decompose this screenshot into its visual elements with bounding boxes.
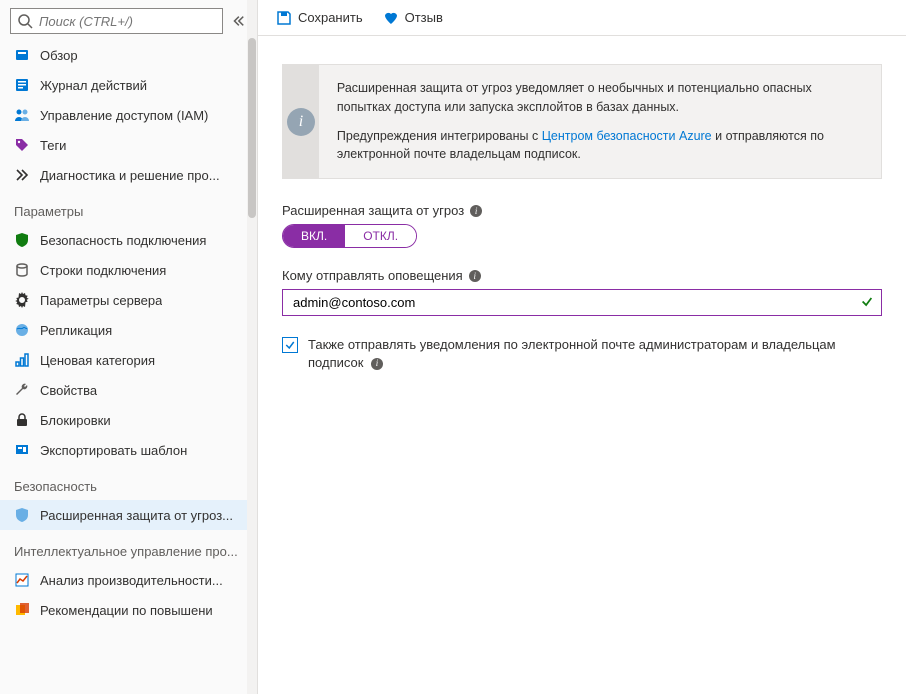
sidebar-item-label: Диагностика и решение про... [40,168,220,183]
pricing-icon [14,352,30,368]
sidebar-item-properties[interactable]: Свойства [0,375,257,405]
sidebar-item-replication[interactable]: Репликация [0,315,257,345]
iam-icon [14,107,30,123]
notify-admins-checkbox[interactable] [282,337,298,353]
toggle-off[interactable]: ОТКЛ. [345,225,416,247]
info-icon: i [287,108,315,136]
sidebar-scrollbar[interactable] [247,0,257,694]
info-text: Расширенная защита от угроз уведомляет о… [319,65,881,178]
sidebar-item-atp[interactable]: Расширенная защита от угроз... [0,500,257,530]
sidebar-item-label: Рекомендации по повышени [40,603,213,618]
alerts-to-label: Кому отправлять оповещения i [282,268,882,283]
sidebar-item-tags[interactable]: Теги [0,130,257,160]
help-icon[interactable]: i [469,270,481,282]
alerts-to-input[interactable] [282,289,882,316]
sidebar-item-label: Теги [40,138,66,153]
sidebar-item-label: Блокировки [40,413,111,428]
sidebar-item-export-template[interactable]: Экспортировать шаблон [0,435,257,465]
sidebar-item-label: Параметры сервера [40,293,162,308]
sidebar-item-server-params[interactable]: Параметры сервера [0,285,257,315]
save-icon [276,10,292,26]
content: i Расширенная защита от угроз уведомляет… [258,36,906,392]
sidebar-item-diagnose[interactable]: Диагностика и решение про... [0,160,257,190]
sidebar-item-recommendations[interactable]: Рекомендации по повышени [0,595,257,625]
lock-icon [14,412,30,428]
sidebar-item-label: Журнал действий [40,78,147,93]
info-box: i Расширенная защита от угроз уведомляет… [282,64,882,179]
sidebar-item-label: Строки подключения [40,263,166,278]
sidebar-item-label: Экспортировать шаблон [40,443,187,458]
sidebar: Обзор Журнал действий Управление доступо… [0,0,258,694]
sidebar-item-label: Анализ производительности... [40,573,223,588]
shield-icon [14,507,30,523]
scrollbar-thumb[interactable] [248,38,256,218]
atp-label: Расширенная защита от угроз i [282,203,882,218]
feedback-button[interactable]: Отзыв [383,10,443,26]
sidebar-item-locks[interactable]: Блокировки [0,405,257,435]
save-button[interactable]: Сохранить [276,10,363,26]
search-icon [17,13,33,29]
sidebar-item-activity-log[interactable]: Журнал действий [0,70,257,100]
sidebar-item-perf-insight[interactable]: Анализ производительности... [0,565,257,595]
diagnose-icon [14,167,30,183]
sidebar-item-iam[interactable]: Управление доступом (IAM) [0,100,257,130]
search-row [0,0,257,40]
notify-admins-row: Также отправлять уведомления по электрон… [282,336,882,372]
help-icon[interactable]: i [371,358,383,370]
activity-log-icon [14,77,30,93]
atp-toggle-block: Расширенная защита от угроз i ВКЛ. ОТКЛ. [282,203,882,248]
search-input[interactable] [39,14,216,29]
sidebar-item-label: Ценовая категория [40,353,155,368]
search-box[interactable] [10,8,223,34]
toolbar: Сохранить Отзыв [258,0,906,36]
section-title-params: Параметры [0,190,257,225]
atp-toggle[interactable]: ВКЛ. ОТКЛ. [282,224,417,248]
check-icon [860,294,874,311]
sidebar-nav: Обзор Журнал действий Управление доступо… [0,40,257,694]
save-label: Сохранить [298,10,363,25]
help-icon[interactable]: i [470,205,482,217]
connection-strings-icon [14,262,30,278]
section-title-ai: Интеллектуальное управление про... [0,530,257,565]
sidebar-item-label: Безопасность подключения [40,233,206,248]
overview-icon [14,47,30,63]
notify-admins-label: Также отправлять уведомления по электрон… [308,336,882,372]
sidebar-item-conn-strings[interactable]: Строки подключения [0,255,257,285]
export-template-icon [14,442,30,458]
tags-icon [14,137,30,153]
globe-icon [14,322,30,338]
sidebar-item-overview[interactable]: Обзор [0,40,257,70]
section-title-security: Безопасность [0,465,257,500]
toggle-on[interactable]: ВКЛ. [283,225,345,247]
sidebar-item-pricing[interactable]: Ценовая категория [0,345,257,375]
sidebar-item-conn-security[interactable]: Безопасность подключения [0,225,257,255]
info-paragraph-1: Расширенная защита от угроз уведомляет о… [337,79,863,117]
recommendations-icon [14,602,30,618]
security-center-link[interactable]: Центром безопасности Azure [542,129,712,143]
sidebar-item-label: Обзор [40,48,78,63]
sidebar-item-label: Свойства [40,383,97,398]
heart-icon [383,10,399,26]
info-paragraph-2: Предупреждения интегрированы с Центром б… [337,127,863,165]
chart-icon [14,572,30,588]
shield-icon [14,232,30,248]
checkmark-icon [284,339,296,351]
sidebar-item-label: Расширенная защита от угроз... [40,508,233,523]
feedback-label: Отзыв [405,10,443,25]
alerts-to-input-wrap [282,289,882,316]
alerts-to-block: Кому отправлять оповещения i [282,268,882,316]
sidebar-item-label: Репликация [40,323,112,338]
main: Сохранить Отзыв i Расширенная защита от … [258,0,906,694]
info-icon-column: i [283,65,319,178]
wrench-icon [14,382,30,398]
sidebar-item-label: Управление доступом (IAM) [40,108,208,123]
gear-icon [14,292,30,308]
collapse-sidebar-button[interactable] [229,12,247,30]
